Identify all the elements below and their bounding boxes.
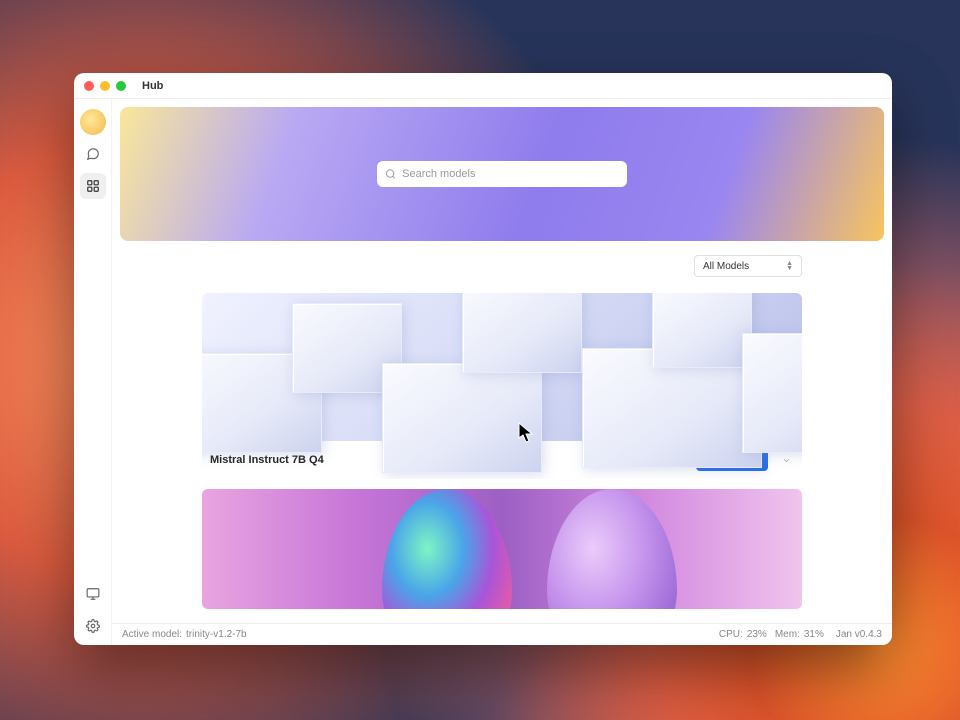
app-window: Hub	[74, 73, 892, 645]
maximize-window-button[interactable]	[116, 81, 126, 91]
sidebar-item-hub[interactable]	[80, 173, 106, 199]
sidebar-item-chat[interactable]	[80, 141, 106, 167]
content-area: All Models ▲▼	[74, 99, 892, 645]
sidebar	[74, 99, 112, 645]
sidebar-item-monitor[interactable]	[80, 581, 106, 607]
filter-row: All Models ▲▼	[120, 241, 884, 287]
main-scroll[interactable]: All Models ▲▼	[112, 99, 892, 623]
main-panel: All Models ▲▼	[112, 99, 892, 645]
grid-icon	[86, 179, 100, 193]
cpu-label: CPU:	[719, 629, 743, 640]
app-logo-icon[interactable]	[80, 109, 106, 135]
search-banner	[120, 107, 884, 241]
mem-value: 31%	[804, 629, 824, 640]
active-model-label: Active model:	[122, 629, 182, 640]
monitor-icon	[86, 587, 100, 601]
mem-label: Mem:	[775, 629, 800, 640]
search-field[interactable]	[377, 161, 627, 187]
minimize-window-button[interactable]	[100, 81, 110, 91]
chevron-updown-icon: ▲▼	[786, 261, 793, 271]
search-icon	[385, 168, 396, 180]
close-window-button[interactable]	[84, 81, 94, 91]
model-thumbnail[interactable]	[202, 489, 802, 609]
search-input[interactable]	[402, 168, 619, 180]
chat-icon	[86, 147, 100, 161]
gear-icon	[86, 619, 100, 633]
model-filter-select[interactable]: All Models ▲▼	[694, 255, 802, 277]
status-bar: Active model: trinity-v1.2-7b CPU: 23% M…	[112, 623, 892, 645]
window-title: Hub	[142, 80, 163, 92]
filter-selected-label: All Models	[703, 261, 749, 272]
model-card	[202, 489, 802, 609]
titlebar: Hub	[74, 73, 892, 99]
app-version: Jan v0.4.3	[836, 629, 882, 640]
chevron-down-icon	[782, 456, 791, 465]
active-model-value: trinity-v1.2-7b	[186, 629, 247, 640]
model-card: Mistral Instruct 7B Q4 4.37GB Download	[202, 293, 802, 479]
model-thumbnail[interactable]	[202, 293, 802, 441]
cpu-value: 23%	[747, 629, 767, 640]
window-controls	[84, 81, 126, 91]
sidebar-item-settings[interactable]	[80, 613, 106, 639]
